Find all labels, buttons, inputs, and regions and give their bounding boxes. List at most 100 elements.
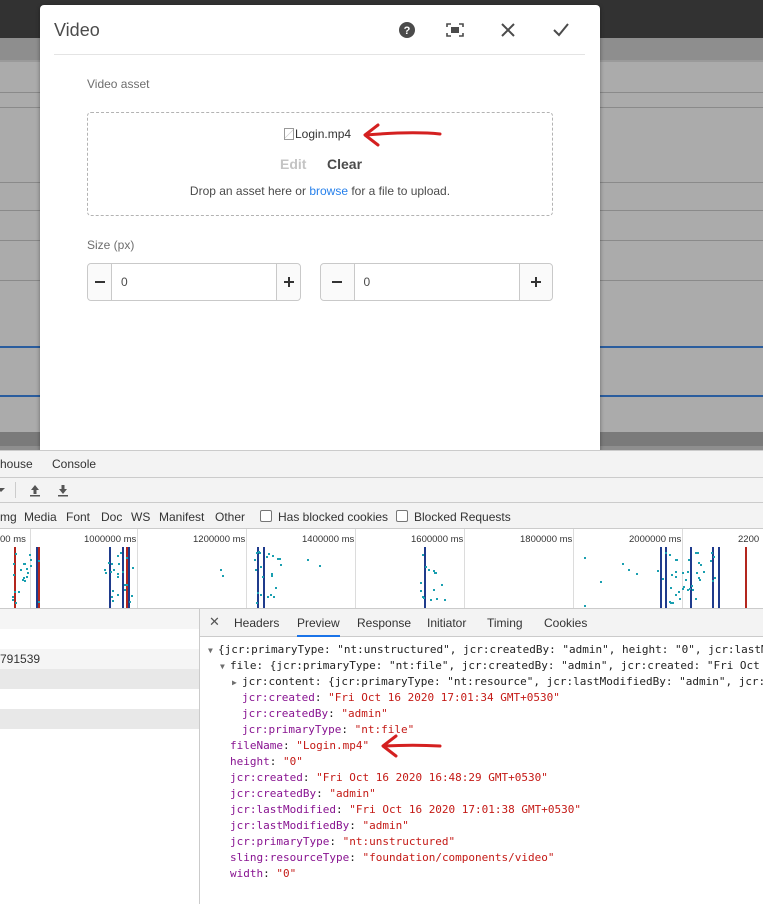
request-mark: [687, 571, 689, 573]
request-mark: [118, 563, 120, 565]
request-mark: [273, 596, 275, 598]
edit-button[interactable]: Edit: [280, 156, 306, 172]
broken-image-icon: [284, 128, 294, 140]
tab-headers[interactable]: Headers: [234, 616, 279, 630]
request-mark: [126, 557, 128, 559]
timeline-gridline: [30, 529, 31, 608]
plus-icon: [283, 277, 294, 287]
request-mark: [713, 556, 715, 558]
tab-preview[interactable]: Preview: [297, 616, 340, 637]
close-button[interactable]: [497, 19, 519, 41]
request-mark: [675, 576, 677, 578]
svg-text:?: ?: [404, 25, 411, 37]
help-button[interactable]: ?: [396, 19, 418, 41]
json-key: jcr:primaryType: [230, 835, 330, 848]
json-key: jcr:lastModifiedBy: [230, 819, 350, 832]
json-file-line[interactable]: ▼ file: {jcr:primaryType: "nt:file", jcr:…: [220, 658, 760, 675]
json-summary: jcr:content: {jcr:primaryType: "nt:resou…: [242, 675, 763, 688]
browse-link[interactable]: browse: [309, 184, 348, 198]
request-mark: [444, 599, 446, 601]
width-decrement-button[interactable]: [88, 264, 112, 300]
filter-doc[interactable]: Doc: [101, 510, 122, 524]
request-list: 791539: [0, 609, 200, 904]
json-content-line[interactable]: ▶ jcr:content: {jcr:primaryType: "nt:reso…: [232, 674, 763, 691]
close-icon[interactable]: ✕: [209, 614, 220, 630]
list-item[interactable]: [0, 609, 199, 629]
height-increment-button[interactable]: [518, 264, 552, 300]
minus-icon: [94, 281, 105, 283]
filter-img[interactable]: mg: [0, 510, 17, 524]
chevron-down-icon[interactable]: [0, 483, 8, 497]
request-mark: [425, 566, 427, 568]
timeline-label: 2000000 ms: [629, 534, 682, 545]
asset-image-alt: Login.mp4: [295, 127, 352, 141]
request-mark: [131, 595, 133, 597]
json-value: "Fri Oct 16 2020 17:01:38 GMT+0530": [349, 803, 582, 816]
video-asset-label: Video asset: [87, 77, 150, 91]
blocked-requests-checkbox[interactable]: [396, 510, 408, 522]
json-property: sling:resourceType: "foundation/componen…: [230, 851, 555, 864]
clear-button[interactable]: Clear: [327, 156, 362, 172]
width-increment-button[interactable]: [276, 264, 300, 300]
request-mark: [433, 589, 435, 591]
request-mark: [117, 594, 119, 596]
request-mark: [436, 598, 438, 600]
json-value: "Fri Oct 16 2020 17:01:34 GMT+0530": [328, 691, 560, 704]
request-mark: [30, 565, 32, 567]
filter-manifest[interactable]: Manifest: [159, 510, 204, 524]
filter-ws[interactable]: WS: [131, 510, 150, 524]
annotation-arrow: [363, 123, 442, 147]
width-input[interactable]: [112, 264, 276, 300]
fullscreen-button[interactable]: [444, 19, 466, 41]
filter-font[interactable]: Font: [66, 510, 90, 524]
json-key: jcr:createdBy: [230, 787, 317, 800]
json-key: jcr:primaryType: [242, 723, 342, 736]
json-value: "nt:unstructured": [342, 835, 456, 848]
json-root-line[interactable]: ▼ {jcr:primaryType: "nt:unstructured", jc…: [208, 642, 763, 659]
request-mark: [700, 564, 702, 566]
request-mark: [110, 571, 112, 573]
details-tabs: ✕ Headers Preview Response Initiator Tim…: [200, 609, 763, 637]
height-input[interactable]: [354, 264, 519, 300]
list-item[interactable]: [0, 689, 199, 709]
list-item[interactable]: 791539: [0, 649, 199, 669]
height-decrement-button[interactable]: [321, 264, 355, 300]
request-mark: [679, 598, 681, 600]
request-mark: [20, 569, 22, 571]
json-value: "0": [283, 755, 303, 768]
request-mark: [12, 596, 14, 598]
request-mark: [270, 594, 272, 596]
request-mark: [584, 605, 586, 607]
filter-other[interactable]: Other: [215, 510, 245, 524]
tab-cookies[interactable]: Cookies: [544, 616, 587, 630]
request-mark: [672, 602, 674, 604]
request-mark: [435, 572, 437, 574]
tab-initiator[interactable]: Initiator: [427, 616, 466, 630]
filter-media[interactable]: Media: [24, 510, 57, 524]
request-mark: [430, 599, 432, 601]
request-mark: [256, 602, 258, 604]
timeline-gridline: [573, 529, 574, 608]
json-key: sling:resourceType: [230, 851, 350, 864]
request-mark: [126, 584, 128, 586]
tab-console[interactable]: Console: [52, 457, 96, 471]
request-mark: [628, 569, 630, 571]
list-item[interactable]: [0, 629, 199, 649]
tab-lighthouse[interactable]: house: [0, 457, 33, 471]
tab-response[interactable]: Response: [357, 616, 411, 630]
timeline-label: 1800000 ms: [520, 534, 573, 545]
list-item[interactable]: [0, 709, 199, 729]
done-button[interactable]: [550, 19, 572, 41]
export-har-icon[interactable]: [56, 483, 70, 497]
import-har-icon[interactable]: [28, 483, 42, 497]
tab-timing[interactable]: Timing: [487, 616, 523, 630]
json-property: jcr:created: "Fri Oct 16 2020 17:01:34 G…: [242, 691, 560, 704]
dom-content-loaded-line: [424, 547, 426, 608]
list-item[interactable]: [0, 669, 199, 689]
request-mark: [124, 589, 126, 591]
request-mark: [129, 601, 131, 603]
network-timeline[interactable]: 00 ms 1000000 ms 1200000 ms 1400000 ms 1…: [0, 529, 763, 609]
has-blocked-cookies-checkbox[interactable]: [260, 510, 272, 522]
asset-dropzone[interactable]: Login.mp4 Edit Clear Drop an asset here …: [87, 112, 553, 216]
json-key: jcr:lastModified: [230, 803, 336, 816]
